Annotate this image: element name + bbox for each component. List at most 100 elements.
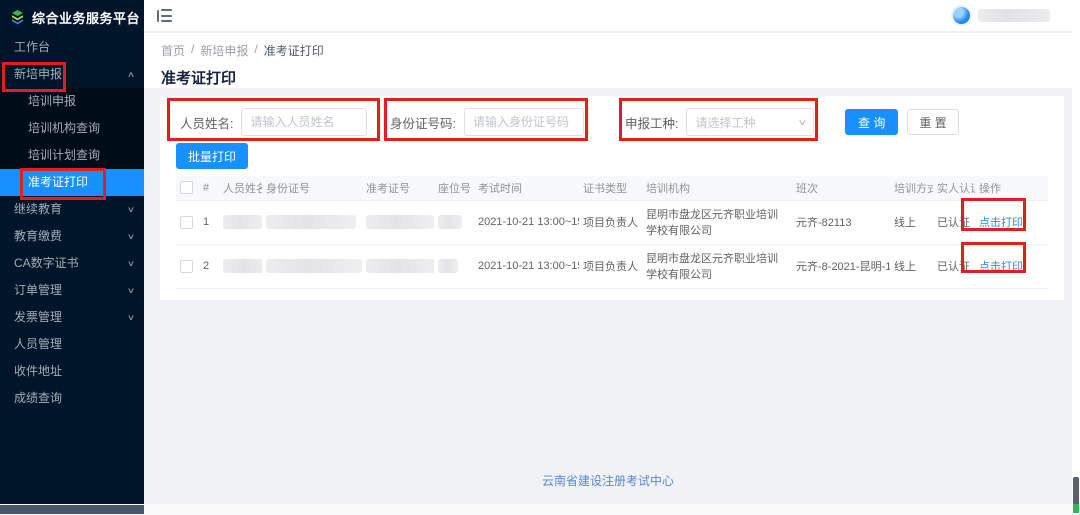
sidebar: 综合业务服务平台 工作台 新培申报 ∧ 培训申报 培训机构查询 培训计划查询 准…: [0, 0, 144, 504]
cell-training-method: 线上: [890, 200, 933, 244]
topbar-user-area[interactable]: [953, 7, 1050, 24]
sidebar-group-edu-payment[interactable]: 教育缴费 ∨: [0, 223, 144, 250]
sidebar-group-label: 继续教育: [14, 202, 62, 216]
cell-training-org: 昆明市盘龙区元齐职业培训学校有限公司: [642, 200, 792, 244]
breadcrumb-separator: /: [254, 42, 257, 59]
cell-class-code: 元齐-82113: [792, 200, 890, 244]
sidebar-group-new-training[interactable]: 新培申报 ∧: [0, 61, 144, 88]
caret-down-icon: ∨: [127, 250, 135, 277]
page-title: 准考证打印: [161, 67, 1072, 88]
caret-up-icon: ∧: [127, 61, 135, 88]
sidebar-item-shipping-address[interactable]: 收件地址: [0, 358, 144, 385]
reset-button[interactable]: 重 置: [907, 109, 958, 135]
table-row: 1 2021-10-21 13:00~15:30 项目负责人 昆明市盘龙区元齐职…: [176, 200, 1048, 244]
sidebar-item-personnel-mgmt[interactable]: 人员管理: [0, 331, 144, 358]
col-identity-verified: 实人认证: [933, 176, 975, 200]
horizontal-scrollbar[interactable]: [0, 504, 1080, 515]
filter-work-type: 申报工种: 请选择工种 ∨: [625, 108, 814, 136]
sidebar-group-label: 发票管理: [14, 310, 62, 324]
admission-ticket-table: # 人员姓名 身份证号 准考证号 座位号 考试时间 证书类型 培训机构 班次 培…: [176, 176, 1048, 289]
content-card: 人员姓名: 身份证号码: 申报工种: 请选择工种 ∨ 查 询 重 置 批量打印 …: [160, 96, 1064, 300]
sidebar-collapse-icon[interactable]: [157, 9, 173, 23]
col-seat-number: 座位号: [434, 176, 474, 200]
search-button[interactable]: 查 询: [845, 109, 898, 135]
col-class-code: 班次: [792, 176, 890, 200]
sidebar-group-order-mgmt[interactable]: 订单管理 ∨: [0, 277, 144, 304]
caret-down-icon: ∨: [127, 223, 135, 250]
vertical-scrollbar[interactable]: [1072, 0, 1080, 515]
breadcrumb-separator: /: [191, 42, 194, 59]
col-cert-type: 证书类型: [579, 176, 642, 200]
sidebar-item-training-apply[interactable]: 培训申报: [0, 88, 144, 115]
work-type-select[interactable]: 请选择工种 ∨: [686, 108, 814, 136]
col-exam-time: 考试时间: [474, 176, 579, 200]
click-to-print-link[interactable]: 点击打印: [979, 261, 1023, 273]
cell-ticket-number-redacted: [366, 259, 434, 273]
id-number-label: 身份证号码:: [390, 113, 456, 132]
sidebar-group-label: 教育缴费: [14, 229, 62, 243]
cell-index: 1: [199, 200, 219, 244]
select-all-checkbox[interactable]: [180, 181, 193, 194]
table-header-row: # 人员姓名 身份证号 准考证号 座位号 考试时间 证书类型 培训机构 班次 培…: [176, 176, 1048, 200]
filter-person-name: 人员姓名:: [180, 108, 367, 136]
cell-index: 2: [199, 244, 219, 288]
horizontal-scrollbar-thumb[interactable]: [0, 505, 144, 514]
sidebar-group-continuing-edu[interactable]: 继续教育 ∨: [0, 196, 144, 223]
sidebar-item-admission-print[interactable]: 准考证打印: [0, 169, 144, 196]
sidebar-group-label: 订单管理: [14, 283, 62, 297]
caret-down-icon: ∨: [127, 277, 135, 304]
col-index: #: [199, 176, 219, 200]
col-ticket-number: 准考证号: [362, 176, 434, 200]
cell-seat-number-redacted: [438, 259, 458, 273]
filter-id-number: 身份证号码:: [390, 108, 584, 136]
cell-ticket-number-redacted: [366, 215, 434, 229]
row-checkbox[interactable]: [180, 260, 193, 273]
cell-cert-type: 项目负责人: [579, 200, 642, 244]
person-name-input[interactable]: [241, 108, 367, 136]
table-row: 2 2021-10-21 13:00~15:30 项目负责人 昆明市盘龙区元齐职…: [176, 244, 1048, 288]
sidebar-item-plan-query[interactable]: 培训计划查询: [0, 142, 144, 169]
app-title: 综合业务服务平台: [32, 8, 140, 27]
row-checkbox[interactable]: [180, 216, 193, 229]
cell-cert-type: 项目负责人: [579, 244, 642, 288]
cell-seat-number-redacted: [438, 215, 462, 229]
breadcrumb-section[interactable]: 新培申报: [200, 42, 248, 59]
col-id-number: 身份证号: [262, 176, 362, 200]
cell-person-name-redacted: [223, 215, 262, 229]
person-name-label: 人员姓名:: [180, 113, 233, 132]
chevron-down-icon: ∨: [797, 117, 807, 128]
sidebar-group-invoice-mgmt[interactable]: 发票管理 ∨: [0, 304, 144, 331]
vertical-scrollbar-thumb[interactable]: [1073, 477, 1079, 505]
sidebar-item-workbench[interactable]: 工作台: [0, 34, 144, 61]
cell-class-code: 元齐-8-2021-昆明-15: [792, 244, 890, 288]
user-avatar[interactable]: [953, 7, 970, 24]
sidebar-group-label: 新培申报: [14, 67, 62, 81]
caret-down-icon: ∨: [127, 196, 135, 223]
batch-print-button[interactable]: 批量打印: [176, 143, 248, 169]
vertical-scrollbar-marker: [1073, 504, 1079, 513]
col-person-name: 人员姓名: [219, 176, 262, 200]
click-to-print-link[interactable]: 点击打印: [979, 217, 1023, 229]
cell-exam-time: 2021-10-21 13:00~15:30: [474, 200, 579, 244]
caret-down-icon: ∨: [127, 304, 135, 331]
sidebar-item-score-query[interactable]: 成绩查询: [0, 385, 144, 412]
app-logo[interactable]: 综合业务服务平台: [0, 0, 144, 34]
cell-training-org: 昆明市盘龙区元齐职业培训学校有限公司: [642, 244, 792, 288]
sidebar-group-ca-certificate[interactable]: CA数字证书 ∨: [0, 250, 144, 277]
sidebar-item-org-query[interactable]: 培训机构查询: [0, 115, 144, 142]
cell-id-number-redacted: [266, 215, 356, 229]
cell-id-number-redacted: [266, 259, 362, 273]
breadcrumb-current: 准考证打印: [264, 42, 324, 59]
topbar: [144, 0, 1072, 32]
col-training-org: 培训机构: [642, 176, 792, 200]
sidebar-submenu: 培训申报 培训机构查询 培训计划查询 准考证打印: [0, 88, 144, 196]
footer-link[interactable]: 云南省建设注册考试中心: [542, 474, 674, 488]
id-number-input[interactable]: [464, 108, 584, 136]
breadcrumb-home[interactable]: 首页: [161, 42, 185, 59]
col-training-method: 培训方式: [890, 176, 933, 200]
sidebar-group-label: CA数字证书: [14, 256, 79, 270]
filter-buttons: 查 询 重 置: [845, 109, 959, 135]
cell-training-method: 线上: [890, 244, 933, 288]
cell-identity-verified: 已认证: [933, 200, 975, 244]
page-header: 首页 / 新培申报 / 准考证打印 准考证打印: [144, 33, 1072, 88]
